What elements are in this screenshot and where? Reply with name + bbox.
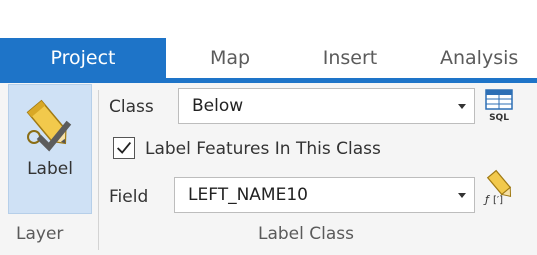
group-separator [98, 90, 99, 250]
label-button-text: Label [27, 159, 73, 179]
label-features-checkbox[interactable] [113, 137, 135, 159]
label-button[interactable]: Label [8, 84, 92, 214]
svg-text:ƒ: ƒ [483, 193, 491, 205]
field-dropdown-value: LEFT_NAME10 [188, 185, 308, 205]
tab-analysis[interactable]: Analysis [440, 38, 537, 78]
tab-insert[interactable]: Insert [312, 38, 388, 78]
field-dropdown[interactable]: LEFT_NAME10 [174, 177, 475, 213]
window-top-strip [0, 0, 537, 38]
class-label: Class [109, 97, 154, 117]
label-class-group-label: Label Class [258, 224, 354, 244]
label-expression-icon[interactable]: ƒ [′] [482, 169, 516, 205]
field-label: Field [109, 187, 149, 207]
svg-text:[′]: [′] [493, 195, 503, 205]
chevron-down-icon [458, 193, 466, 198]
chevron-down-icon [458, 104, 466, 109]
class-dropdown[interactable]: Below [178, 88, 475, 124]
layer-group-label: Layer [16, 224, 64, 244]
class-dropdown-value: Below [192, 96, 244, 116]
label-pencil-check-icon [26, 99, 72, 152]
tab-map[interactable]: Map [195, 38, 265, 78]
sql-icon-text: SQL [489, 113, 509, 122]
sql-query-icon[interactable]: SQL [483, 88, 515, 122]
label-features-checkbox-label[interactable]: Label Features In This Class [145, 139, 381, 159]
checkmark-icon [116, 141, 132, 154]
tab-project[interactable]: Project [0, 38, 166, 78]
